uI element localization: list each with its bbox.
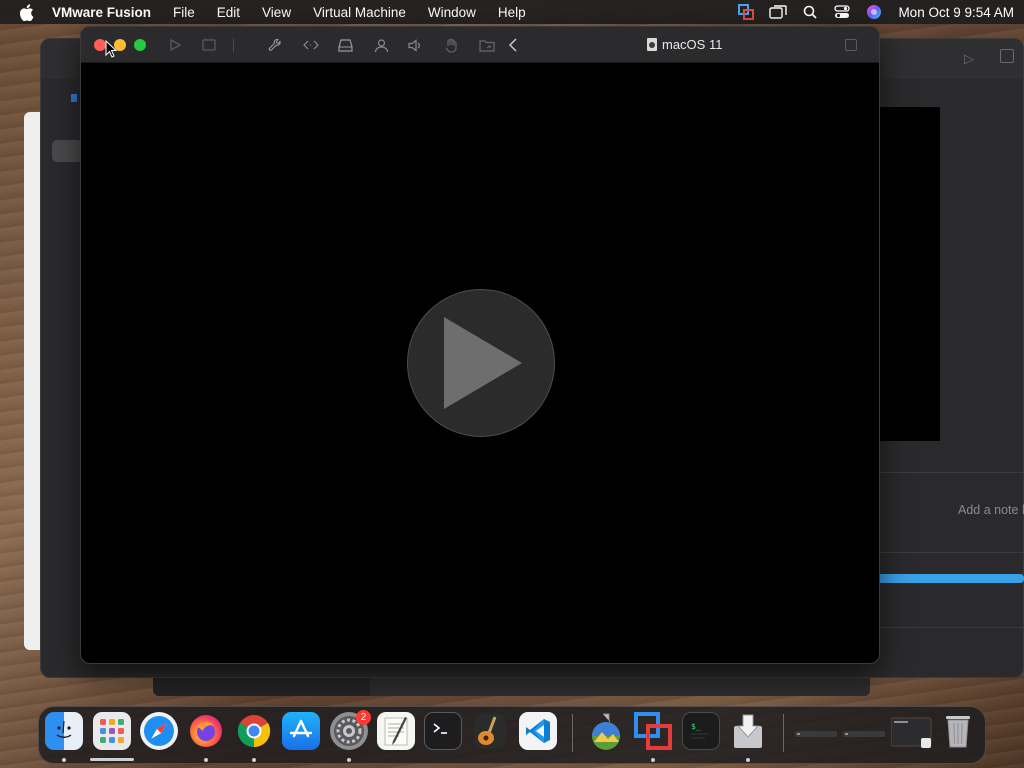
mouse-cursor-icon [105, 39, 118, 63]
vm-document-icon [647, 38, 657, 51]
minimized-window-thumbnail[interactable] [890, 716, 933, 750]
menubar-clock[interactable]: Mon Oct 9 9:54 AM [890, 5, 1014, 20]
toolbar-separator [233, 38, 234, 52]
app-menu-vmware-fusion[interactable]: VMware Fusion [52, 5, 162, 20]
system-preferences-badge: 2 [356, 710, 371, 725]
library-vm-preview [880, 107, 940, 441]
dock-running-indicator [746, 758, 750, 762]
menu-edit[interactable]: Edit [206, 5, 251, 20]
menu-help[interactable]: Help [487, 5, 537, 20]
menu-view[interactable]: View [251, 5, 302, 20]
downloads-icon[interactable] [729, 712, 767, 750]
snapshot-icon[interactable] [201, 37, 217, 53]
install-macos-icon[interactable] [587, 712, 625, 750]
safari-icon[interactable] [140, 712, 178, 750]
dock-running-indicator [62, 758, 66, 762]
library-divider [880, 472, 1024, 473]
library-play-icon[interactable]: ▷ [964, 51, 974, 67]
svg-text:$_: $_ [691, 722, 701, 731]
app-store-icon[interactable] [282, 712, 320, 750]
library-bottom-bar-segment [370, 678, 870, 696]
menu-virtual-machine[interactable]: Virtual Machine [302, 5, 417, 20]
large-play-icon[interactable] [407, 289, 555, 437]
shared-folder-icon[interactable] [479, 37, 495, 53]
library-left-panel [24, 112, 40, 650]
dock-launchpad-indicator [90, 758, 134, 761]
dock-separator [572, 714, 573, 752]
garageband-icon[interactable] [471, 712, 509, 750]
menu-file[interactable]: File [162, 5, 206, 20]
dock-running-indicator [651, 758, 655, 762]
library-sidebar-marker [71, 94, 77, 102]
dock-separator [783, 714, 784, 752]
back-chevron-icon[interactable] [505, 37, 521, 53]
spotlight-search-icon[interactable] [794, 0, 826, 24]
settings-wrench-icon[interactable] [267, 37, 283, 53]
screen-mirroring-icon[interactable] [762, 0, 794, 24]
code-arrows-icon[interactable] [303, 37, 319, 53]
vmware-fusion-icon[interactable] [634, 712, 672, 750]
minimized-window-thumbnail[interactable] [795, 726, 837, 737]
play-icon[interactable] [167, 37, 183, 53]
trash-icon[interactable] [939, 712, 977, 750]
drive-icon[interactable] [337, 37, 353, 53]
library-divider [880, 552, 1024, 553]
siri-icon[interactable] [858, 0, 890, 24]
fullscreen-toggle-icon[interactable] [845, 39, 857, 51]
library-divider [880, 627, 1024, 628]
chrome-icon[interactable] [235, 712, 273, 750]
menu-window[interactable]: Window [417, 5, 487, 20]
library-sidebar-selected-item[interactable] [52, 140, 82, 162]
vm-window-macos-11: macOS 11 [80, 26, 880, 664]
maximize-button[interactable] [134, 39, 146, 51]
vscode-icon[interactable] [519, 712, 557, 750]
dock-running-indicator [204, 758, 208, 762]
control-center-icon[interactable] [826, 0, 858, 24]
launchpad-icon[interactable] [93, 712, 131, 750]
console-icon[interactable]: $_ [682, 712, 720, 750]
vm-title-text: macOS 11 [662, 37, 723, 52]
menu-bar: VMware Fusion File Edit View Virtual Mac… [0, 0, 1024, 24]
library-snapshot-icon[interactable] [1000, 49, 1014, 63]
minimized-window-thumbnail[interactable] [843, 726, 885, 737]
vm-window-title: macOS 11 [647, 37, 722, 52]
library-progress-bar [880, 574, 1024, 583]
user-share-icon[interactable] [373, 37, 389, 53]
hand-icon[interactable] [443, 37, 459, 53]
vmware-menu-icon[interactable] [730, 0, 762, 24]
finder-icon[interactable] [45, 712, 83, 750]
textedit-icon[interactable] [377, 712, 415, 750]
firefox-icon[interactable] [187, 712, 225, 750]
apple-menu-icon[interactable] [0, 3, 52, 21]
dock-running-indicator [252, 758, 256, 762]
dock-running-indicator [347, 758, 351, 762]
vm-toolbar: macOS 11 [81, 27, 879, 63]
library-note-field[interactable]: Add a note h [958, 503, 1024, 517]
terminal-icon[interactable] [424, 712, 462, 750]
sound-icon[interactable] [407, 37, 423, 53]
